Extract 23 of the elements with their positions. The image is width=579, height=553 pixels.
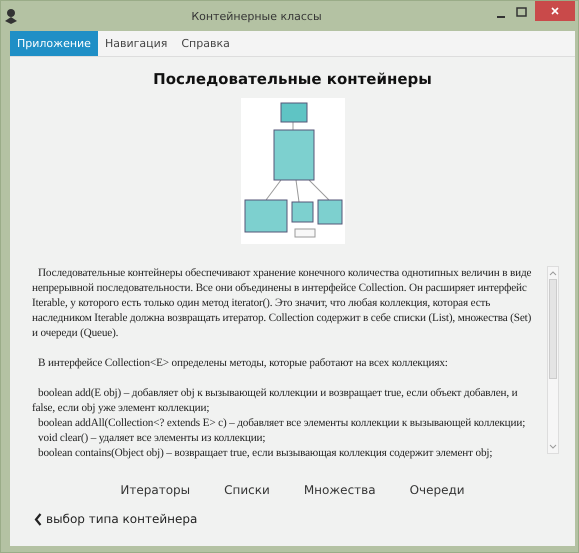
nav-link[interactable]: Очереди <box>410 483 465 497</box>
menu-item[interactable]: Справка <box>174 31 237 56</box>
close-button[interactable] <box>535 1 575 21</box>
back-link[interactable]: выбор типа контейнера <box>46 512 198 526</box>
method-description: boolean addAll(Collection<? extends E> c) – добавляет все элементы коллекции к вызывающей коллекции; <box>37 416 526 431</box>
text-paragraph: В интерфейсе Collection<E> определены методы, которые работают на всех коллекциях: <box>37 356 449 371</box>
scroll-down-icon[interactable] <box>549 444 557 450</box>
nav-link[interactable]: Множества <box>304 483 376 497</box>
window-title: Контейнерные классы <box>190 10 323 22</box>
menu-item[interactable]: Навигация <box>98 31 174 56</box>
scrollbar[interactable] <box>547 266 559 454</box>
nav-link[interactable]: Итераторы <box>120 483 190 497</box>
app-icon <box>4 8 18 24</box>
method-description: void clear() – удаляет все элементы из коллекции; <box>37 431 266 446</box>
scroll-up-icon[interactable] <box>549 270 557 276</box>
page-heading: Последовательные контейнеры <box>153 70 432 88</box>
close-icon <box>551 7 559 15</box>
menu-item[interactable]: Приложение <box>10 31 98 56</box>
back-chevron-icon[interactable] <box>34 512 42 526</box>
method-description: boolean contains(Object obj) – возвращает true, если вызывающая коллекция содержит элемент obj; <box>37 446 494 461</box>
nav-link[interactable]: Списки <box>224 483 270 497</box>
text-paragraph: Последовательные контейнеры обеспечивают хранение конечного количества однотипных величин в виде непрерывной последовательности. Все они объединены в интерфейсе Collection. Он расширяет интерфейс Iterable, у которого есть только один метод iterator(). Это значит, что любая коллекция, которая есть наследником Iterable должна возвращать итератор. Collection содержит в себе списки (List), множества (Set) и очереди (Queue). <box>32 266 532 341</box>
method-description: boolean add(E obj) – добавляет obj к вызывающей коллекции и возвращает true, если объект добавлен, и false, если obj уже элемент коллекции; <box>32 386 518 416</box>
